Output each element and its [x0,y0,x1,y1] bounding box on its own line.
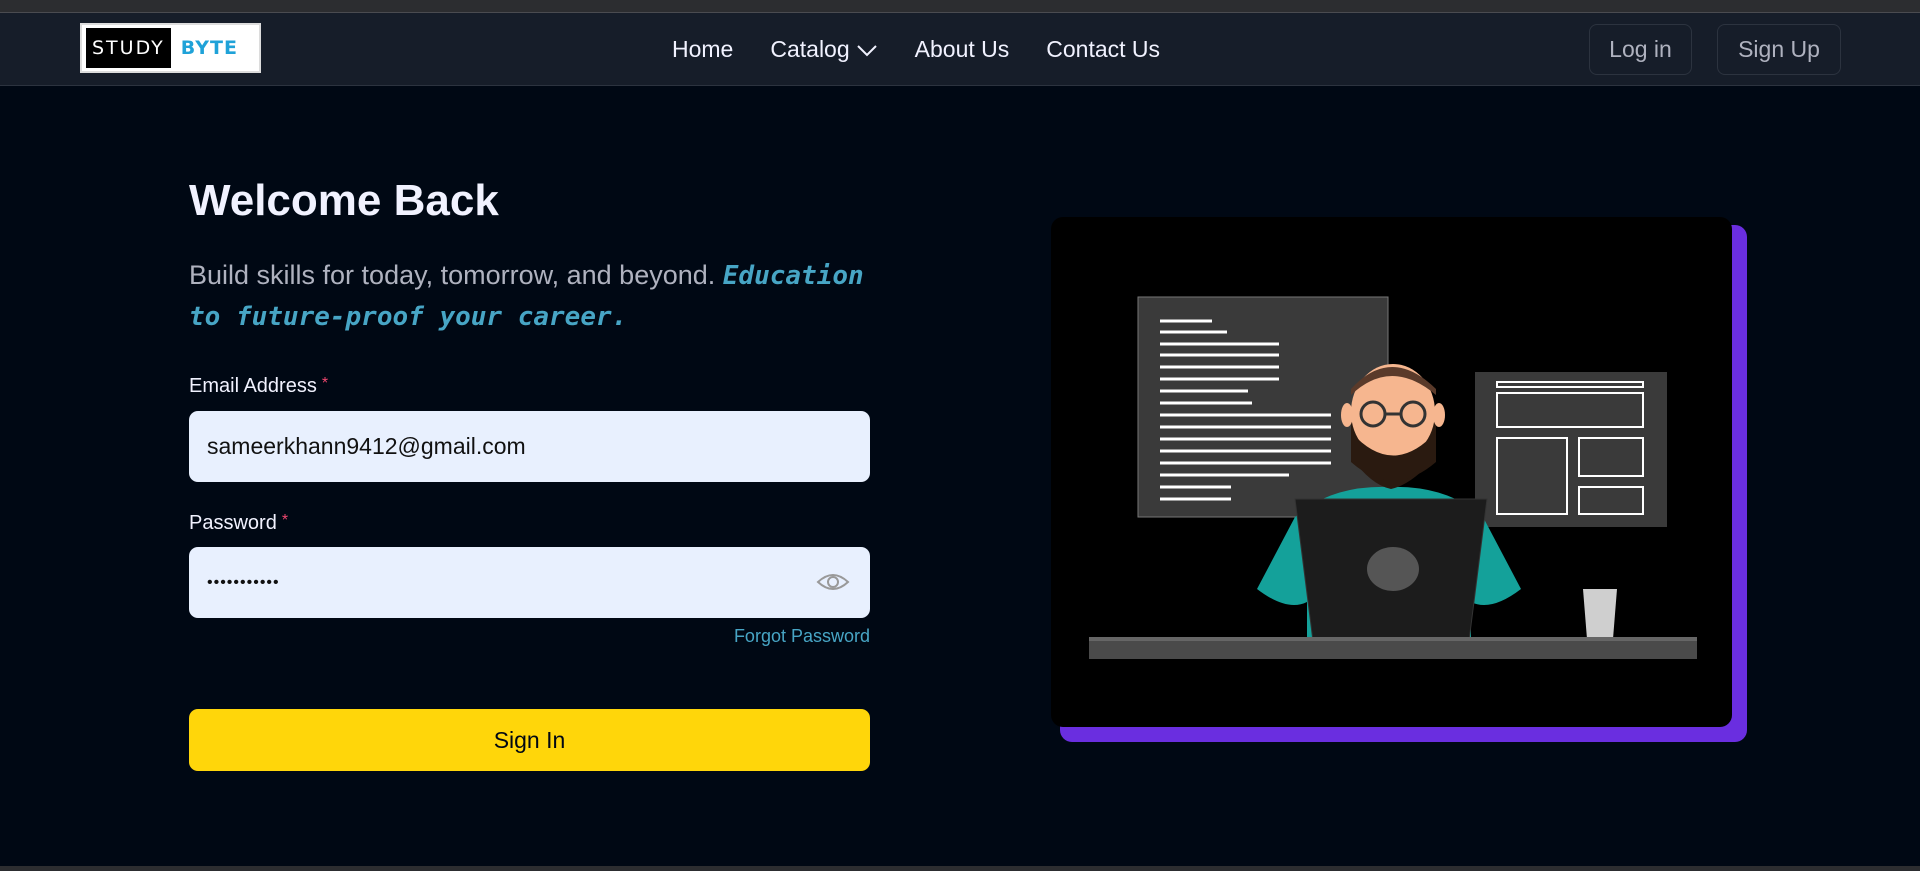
page-subtitle: Build skills for today, tomorrow, and be… [189,255,879,337]
nav-link-catalog-label: Catalog [770,36,850,62]
password-label-text: Password [189,512,277,534]
login-button[interactable]: Log in [1589,24,1692,75]
logo-byte-text: BYTE [180,37,238,59]
developer-illustration [1089,296,1697,659]
logo-study-text: STUDY [86,28,171,68]
browser-bottom-strip [0,866,1920,871]
email-label-text: Email Address [189,375,317,397]
nav-link-contact[interactable]: Contact Us [1046,36,1160,63]
nav-link-catalog[interactable]: Catalog [770,36,877,63]
sign-in-button[interactable]: Sign In [189,709,870,771]
signup-button[interactable]: Sign Up [1717,24,1841,75]
email-field[interactable] [189,411,870,482]
navbar: STUDY BYTE Home Catalog About Us Contact… [0,13,1920,86]
page-title: Welcome Back [189,176,499,225]
nav-link-about[interactable]: About Us [915,36,1010,63]
eye-icon[interactable] [816,568,850,596]
chevron-down-icon [856,44,877,56]
email-required-mark: * [321,375,329,392]
login-illustration [1051,217,1732,727]
password-required-mark: * [281,512,289,529]
nav-links: Home Catalog About Us Contact Us [672,13,1160,86]
password-label: Password * [189,512,288,535]
forgot-password-link[interactable]: Forgot Password [700,626,870,647]
password-field[interactable] [189,547,870,618]
email-label: Email Address * [189,375,328,398]
browser-top-strip [0,0,1920,13]
nav-link-home[interactable]: Home [672,36,733,63]
studybyte-logo[interactable]: STUDY BYTE [80,23,261,73]
subtitle-text: Build skills for today, tomorrow, and be… [189,260,716,290]
